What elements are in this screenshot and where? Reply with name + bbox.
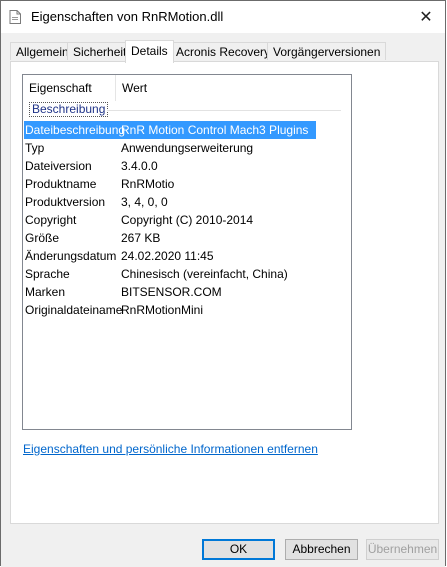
property-name: Dateibeschreibung [25,123,126,137]
property-name: Produktversion [25,195,106,209]
list-header: Eigenschaft Wert [23,75,351,101]
list-row[interactable]: Copyright Copyright (C) 2010-2014 [24,211,316,229]
property-name: Originaldateiname [25,303,123,317]
property-value: RnRMotio [121,177,175,191]
property-name: Sprache [25,267,70,281]
list-row[interactable]: Dateiversion 3.4.0.0 [24,157,316,175]
property-value: 267 KB [121,231,161,245]
details-list[interactable]: Eigenschaft Wert Beschreibung Dateibesch… [22,74,352,430]
list-row[interactable]: Marken BITSENSOR.COM [24,283,316,301]
list-row[interactable]: Größe 267 KB [24,229,316,247]
group-header[interactable]: Beschreibung [23,101,351,118]
property-value: RnRMotionMini [121,303,204,317]
window-title: Eigenschaften von RnRMotion.dll [31,9,224,24]
close-icon: ✕ [419,9,433,26]
list-row[interactable]: Dateibeschreibung RnR Motion Control Mac… [24,121,316,139]
property-name: Produktname [25,177,97,191]
list-row[interactable]: Produktname RnRMotio [24,175,316,193]
property-name: Typ [25,141,45,155]
property-value: Anwendungserweiterung [121,141,254,155]
property-value: 3.4.0.0 [121,159,158,173]
property-name: Dateiversion [25,159,92,173]
property-value: BITSENSOR.COM [121,285,222,299]
list-row[interactable]: Sprache Chinesisch (vereinfacht, China) [24,265,316,283]
tab-details[interactable]: Details [125,40,174,63]
list-row[interactable]: Originaldateiname RnRMotionMini [24,301,316,319]
properties-dialog: Eigenschaften von RnRMotion.dll ✕ Allgem… [0,0,446,567]
property-name: Änderungsdatum [25,249,117,263]
property-value: Copyright (C) 2010-2014 [121,213,254,227]
property-name: Copyright [25,213,77,227]
file-icon [9,10,21,24]
property-value: 3, 4, 0, 0 [121,195,168,209]
tab-acronis-recovery[interactable]: Acronis Recovery [170,42,277,60]
details-panel: Eigenschaft Wert Beschreibung Dateibesch… [10,61,439,524]
ok-button[interactable]: OK [202,539,275,560]
property-name: Marken [25,285,66,299]
cancel-button[interactable]: Abbrechen [285,539,358,560]
list-row[interactable]: Änderungsdatum 24.02.2020 11:45 [24,247,316,265]
group-label: Beschreibung [29,102,109,117]
property-value: 24.02.2020 11:45 [121,249,214,263]
property-value: Chinesisch (vereinfacht, China) [121,267,288,281]
button-bar: OK Abbrechen Übernehmen [1,529,445,567]
close-button[interactable]: ✕ [417,8,435,26]
property-value: RnR Motion Control Mach3 Plugins [121,123,309,137]
tab-sicherheit[interactable]: Sicherheit [67,42,133,60]
property-name: Größe [25,231,60,245]
title-bar: Eigenschaften von RnRMotion.dll ✕ [1,1,445,33]
column-header-value[interactable]: Wert [116,75,351,101]
group-divider [107,110,341,111]
apply-button[interactable]: Übernehmen [366,539,439,560]
list-row[interactable]: Produktversion 3, 4, 0, 0 [24,193,316,211]
list-row[interactable]: Typ Anwendungserweiterung [24,139,316,157]
tab-allgemein[interactable]: Allgemein [10,42,75,60]
tab-vorgaengerversionen[interactable]: Vorgängerversionen [267,42,387,60]
column-header-property[interactable]: Eigenschaft [23,75,116,101]
tab-strip: Allgemein Sicherheit Details Acronis Rec… [10,40,440,63]
remove-properties-link[interactable]: Eigenschaften und persönliche Informatio… [23,442,318,456]
